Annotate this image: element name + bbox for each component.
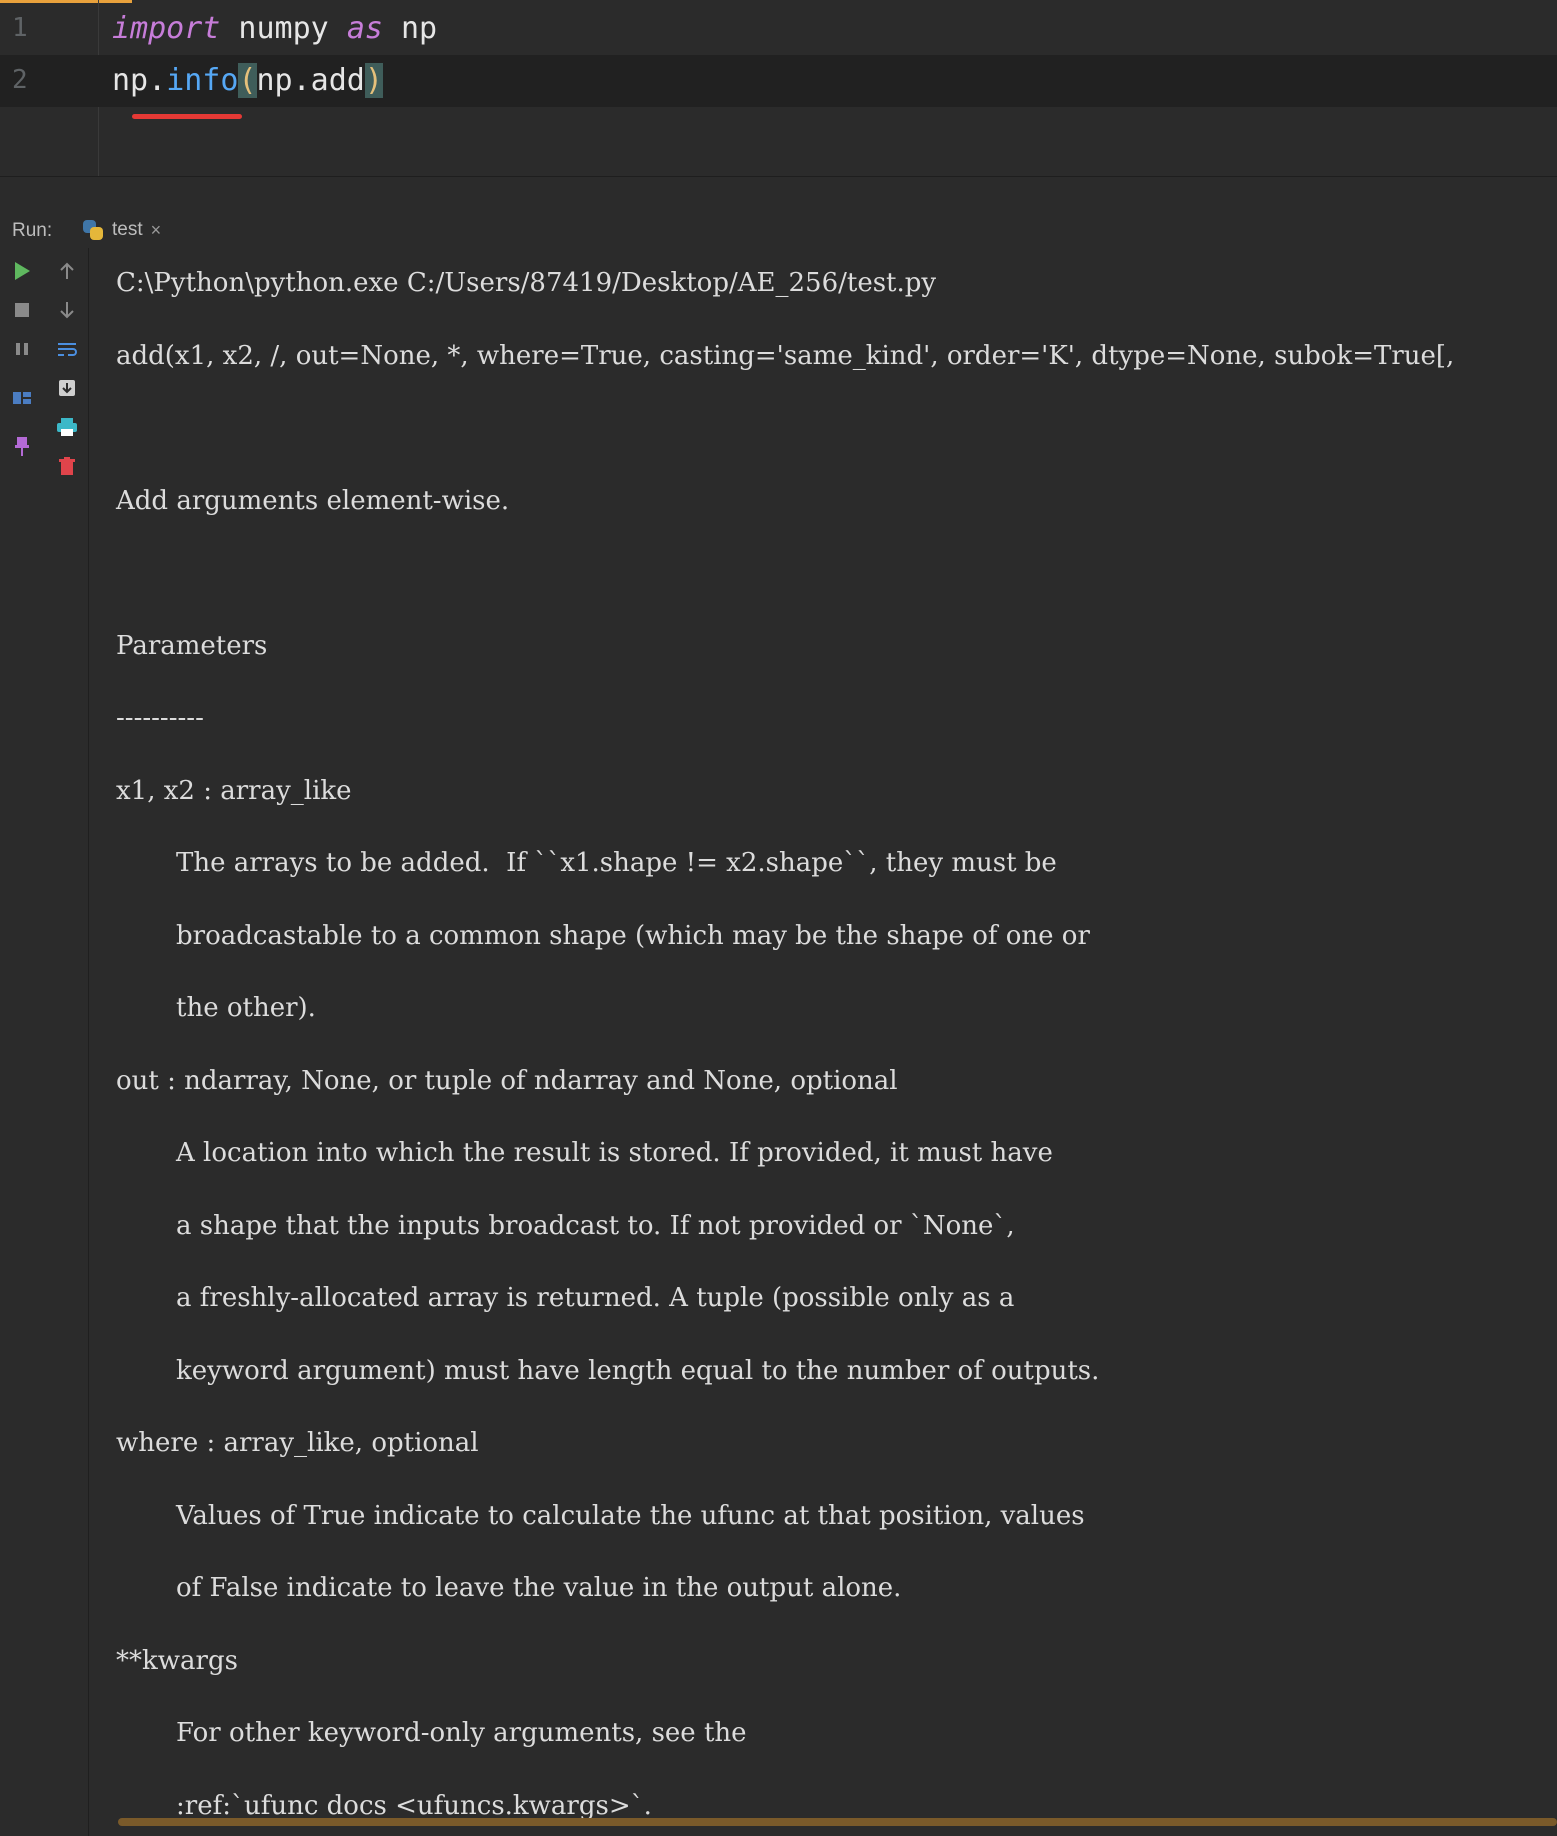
close-icon[interactable]: × (151, 220, 162, 241)
save-output-icon[interactable] (54, 375, 80, 401)
horizontal-scrollbar[interactable] (118, 1818, 1557, 1826)
trash-icon[interactable] (54, 453, 80, 479)
line-number: 2 (12, 65, 28, 95)
console-line: A location into which the result is stor… (176, 1138, 1053, 1168)
console-line: of False indicate to leave the value in … (176, 1573, 902, 1603)
print-icon[interactable] (54, 414, 80, 440)
console-line: a freshly-allocated array is returned. A… (176, 1283, 1015, 1313)
open-paren: ( (238, 63, 257, 98)
line-number: 1 (12, 13, 28, 43)
console-output[interactable]: C:\Python\python.exe C:/Users/87419/Desk… (90, 248, 1557, 1836)
soft-wrap-icon[interactable] (54, 336, 80, 362)
console-line: ---------- (116, 703, 204, 733)
console-line: the other). (176, 993, 316, 1023)
module-name: numpy (220, 11, 347, 46)
python-icon (82, 219, 104, 241)
console-line: Add arguments element-wise. (116, 485, 510, 516)
console-line: :ref:`ufunc docs <ufuncs.kwargs>`. (176, 1790, 652, 1821)
console-line: add(x1, x2, /, out=None, *, where=True, … (116, 340, 1455, 371)
console-line: out : ndarray, None, or tuple of ndarray… (116, 1065, 898, 1096)
close-paren: ) (364, 63, 383, 98)
console-line: broadcastable to a common shape (which m… (176, 920, 1090, 951)
pause-icon[interactable] (9, 336, 35, 362)
scroll-up-icon[interactable] (54, 258, 80, 284)
console-line: keyword argument) must have length equal… (176, 1355, 1100, 1386)
run-tool-window-header: Run: test × (0, 212, 1557, 248)
code-editor[interactable]: 1 import numpy as np 2 np.info(np.add) (0, 0, 1557, 177)
console-line: where : array_like, optional (116, 1428, 479, 1458)
keyword-as: as (346, 11, 383, 46)
console-line: The arrays to be added. If ``x1.shape !=… (176, 848, 1057, 878)
run-toolbar (0, 248, 89, 1836)
console-line: Parameters (116, 630, 268, 661)
console-line: a shape that the inputs broadcast to. If… (176, 1210, 1015, 1241)
console-line: x1, x2 : array_like (116, 775, 352, 806)
editor-line-1[interactable]: 1 import numpy as np (0, 3, 1557, 55)
layout-icon[interactable] (9, 385, 35, 411)
code-text[interactable]: np.info(np.add) (112, 63, 383, 99)
console-line: For other keyword-only arguments, see th… (176, 1718, 747, 1748)
play-icon[interactable] (9, 258, 35, 284)
module-alias: np (382, 11, 438, 46)
error-underline (132, 114, 242, 119)
stop-icon[interactable] (9, 297, 35, 323)
keyword-import: import (112, 11, 221, 46)
editor-line-2[interactable]: 2 np.info(np.add) (0, 55, 1557, 107)
function-name: info (166, 63, 239, 98)
console-line: C:\Python\python.exe C:/Users/87419/Desk… (116, 268, 937, 298)
run-tab-label: test (112, 219, 143, 240)
scroll-down-icon[interactable] (54, 297, 80, 323)
pin-icon[interactable] (9, 434, 35, 460)
run-label: Run: (12, 220, 53, 241)
console-line: **kwargs (116, 1645, 238, 1676)
code-text[interactable]: import numpy as np (112, 11, 437, 47)
object-name: np. (112, 63, 167, 98)
console-line: Values of True indicate to calculate the… (176, 1500, 1085, 1531)
run-tab-test[interactable]: test × (78, 212, 175, 248)
argument: np.add (256, 63, 365, 98)
